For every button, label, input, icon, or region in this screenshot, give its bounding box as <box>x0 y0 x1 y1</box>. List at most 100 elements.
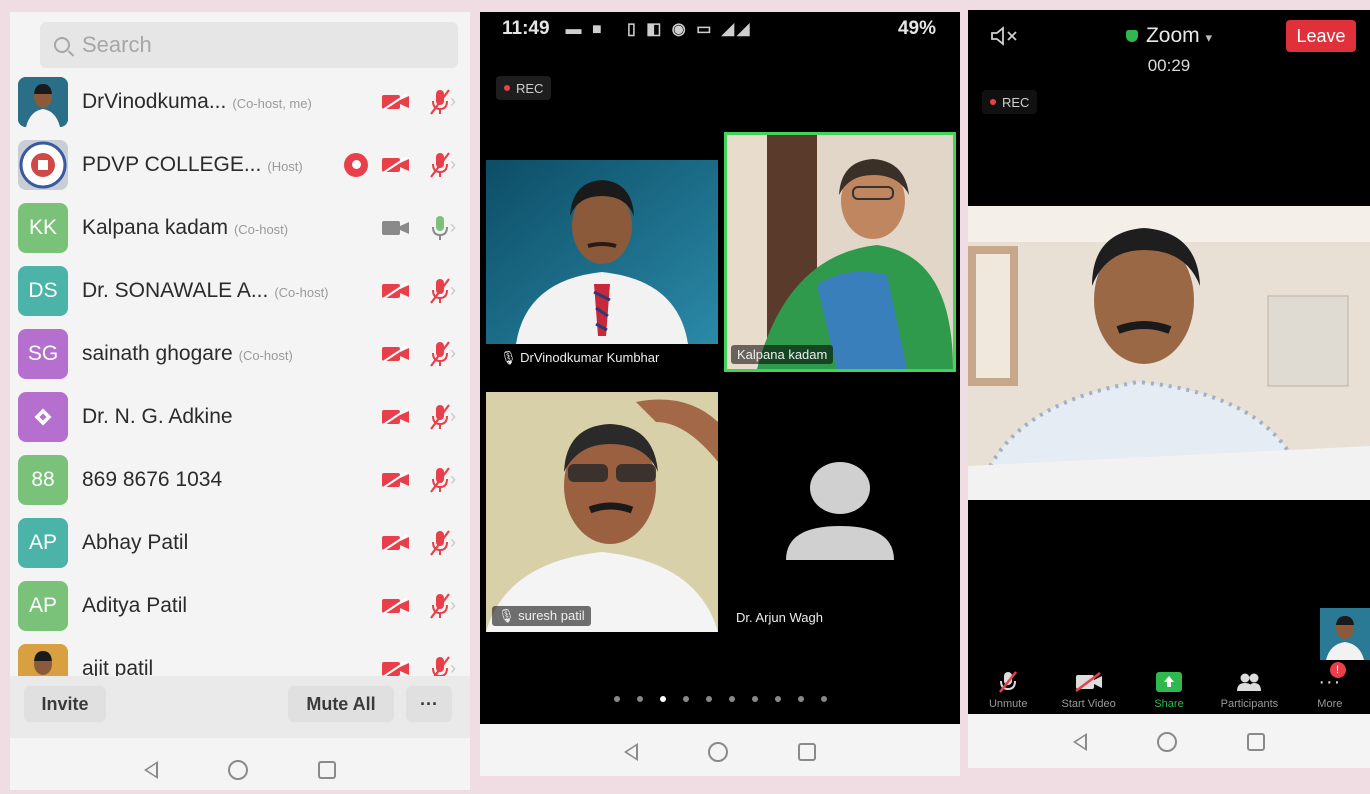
more-icon: ···! <box>1318 662 1347 694</box>
speaker-view-panel: Zoom ▾ 00:29 Leave REC Unmute Start Vide… <box>968 10 1370 768</box>
video-off-icon <box>381 407 411 426</box>
participants-button[interactable]: Participants <box>1209 662 1289 712</box>
page-dot[interactable] <box>774 696 781 702</box>
self-video <box>1320 608 1370 660</box>
role-tag: (Co-host) <box>233 221 289 237</box>
participant-row[interactable]: KK Kalpana kadam (Co-host) › <box>10 196 470 259</box>
recording-dot-icon <box>504 85 510 91</box>
encryption-shield-icon <box>1125 30 1138 42</box>
participant-name: Dr. N. G. Adkine <box>82 404 233 428</box>
video-off-icon <box>381 596 411 615</box>
search-placeholder: Search <box>82 32 152 57</box>
chevron-right-icon[interactable]: › <box>450 154 456 175</box>
recording-dot-icon <box>990 99 996 105</box>
recents-nav-icon[interactable] <box>1247 733 1265 751</box>
back-nav-icon[interactable] <box>1073 733 1087 751</box>
avatar: AP <box>18 580 68 631</box>
self-view-thumbnail[interactable] <box>1320 608 1370 660</box>
mute-all-button[interactable]: Mute All <box>288 686 394 722</box>
participant-name: PDVP COLLEGE... (Host) <box>82 152 303 176</box>
recording-label: REC <box>516 80 544 96</box>
page-dot[interactable] <box>705 696 712 702</box>
page-indicator[interactable] <box>480 696 960 702</box>
avatar: 88 <box>18 454 68 505</box>
avatar <box>18 76 68 127</box>
video-tile[interactable]: 🎙︎ suresh patil <box>486 392 718 632</box>
video-off-icon <box>1074 670 1104 694</box>
status-time: 11:49 <box>502 18 550 39</box>
notification-badge: ! <box>1330 662 1347 678</box>
participant-row[interactable]: PDVP COLLEGE... (Host) › <box>10 133 470 196</box>
mic-muted-icon <box>428 466 452 494</box>
avatar: AP <box>18 517 68 568</box>
chevron-right-icon[interactable]: › <box>450 91 456 112</box>
home-nav-icon[interactable] <box>1157 732 1177 752</box>
page-dot[interactable] <box>636 696 643 702</box>
video-tile-active-speaker[interactable]: Kalpana kadam <box>724 132 956 372</box>
active-speaker-video[interactable] <box>968 206 1370 500</box>
page-dot[interactable] <box>751 696 758 702</box>
mic-on-icon <box>428 214 452 242</box>
back-nav-icon[interactable] <box>144 761 158 779</box>
video-on-icon <box>381 219 411 237</box>
mic-muted-icon <box>428 277 452 305</box>
participant-row[interactable]: Dr. N. G. Adkine › <box>10 385 470 448</box>
page-dot[interactable] <box>659 696 666 702</box>
chevron-right-icon[interactable]: › <box>450 217 456 238</box>
chevron-right-icon[interactable]: › <box>450 406 456 427</box>
mic-muted-icon <box>428 592 452 620</box>
video-off-icon <box>381 281 411 300</box>
video-off-icon <box>381 344 411 363</box>
participant-row[interactable]: SG sainath ghogare (Co-host) › <box>10 322 470 385</box>
role-tag: (Co-host, me) <box>232 95 312 111</box>
chevron-right-icon[interactable]: › <box>450 280 456 301</box>
participant-name: Kalpana kadam (Co-host) <box>82 215 289 239</box>
default-avatar-icon <box>724 392 956 632</box>
chevron-right-icon[interactable]: › <box>450 469 456 490</box>
invite-button[interactable]: Invite <box>24 686 106 722</box>
unmute-button[interactable]: Unmute <box>968 662 1048 712</box>
role-tag: (Host) <box>267 158 303 174</box>
android-nav-bar <box>968 714 1370 768</box>
chevron-right-icon[interactable]: › <box>450 595 456 616</box>
chevron-right-icon[interactable]: › <box>450 343 456 364</box>
participant-name: DrVinodkuma... (Co-host, me) <box>82 89 312 113</box>
more-button[interactable]: ···! More <box>1290 662 1370 712</box>
participant-name: Abhay Patil <box>82 530 189 554</box>
page-dot[interactable] <box>797 696 804 702</box>
share-button[interactable]: Share <box>1129 662 1209 712</box>
participant-row[interactable]: AP Aditya Patil › <box>10 574 470 637</box>
android-nav-bar <box>480 724 960 776</box>
home-nav-icon[interactable] <box>708 742 728 762</box>
video-tile[interactable] <box>486 160 718 344</box>
start-video-button[interactable]: Start Video <box>1048 662 1128 712</box>
back-nav-icon[interactable] <box>624 743 638 761</box>
meeting-timer: 00:29 <box>1147 56 1191 75</box>
avatar <box>18 139 68 190</box>
participant-video <box>968 206 1370 500</box>
battery-level: 49% <box>897 18 936 39</box>
meeting-toolbar: Unmute Start Video Share Participants ··… <box>968 662 1370 712</box>
leave-button[interactable]: Leave <box>1286 20 1356 52</box>
mic-muted-icon <box>428 151 452 179</box>
page-dot[interactable] <box>682 696 689 702</box>
participants-action-bar: Invite Mute All ··· <box>10 676 470 738</box>
more-options-button[interactable]: ··· <box>406 686 452 722</box>
recents-nav-icon[interactable] <box>318 761 336 779</box>
page-dot[interactable] <box>613 696 620 702</box>
page-dot[interactable] <box>728 696 735 702</box>
participant-row[interactable]: 88 869 8676 1034 › <box>10 448 470 511</box>
video-off-icon <box>381 155 411 174</box>
recents-nav-icon[interactable] <box>798 743 816 761</box>
chevron-right-icon[interactable]: › <box>450 532 456 553</box>
video-tile-no-video[interactable]: Dr. Arjun Wagh <box>724 392 956 632</box>
page-dot[interactable] <box>820 696 827 702</box>
participant-row[interactable]: DS Dr. SONAWALE A... (Co-host) › <box>10 259 470 322</box>
participant-row[interactable]: AP Abhay Patil › <box>10 511 470 574</box>
mic-muted-icon <box>428 340 452 368</box>
home-nav-icon[interactable] <box>228 760 248 780</box>
participant-row[interactable]: DrVinodkuma... (Co-host, me) › <box>10 70 470 133</box>
video-off-icon <box>381 533 411 552</box>
search-input[interactable]: Search <box>40 22 458 68</box>
video-off-icon <box>381 92 411 111</box>
